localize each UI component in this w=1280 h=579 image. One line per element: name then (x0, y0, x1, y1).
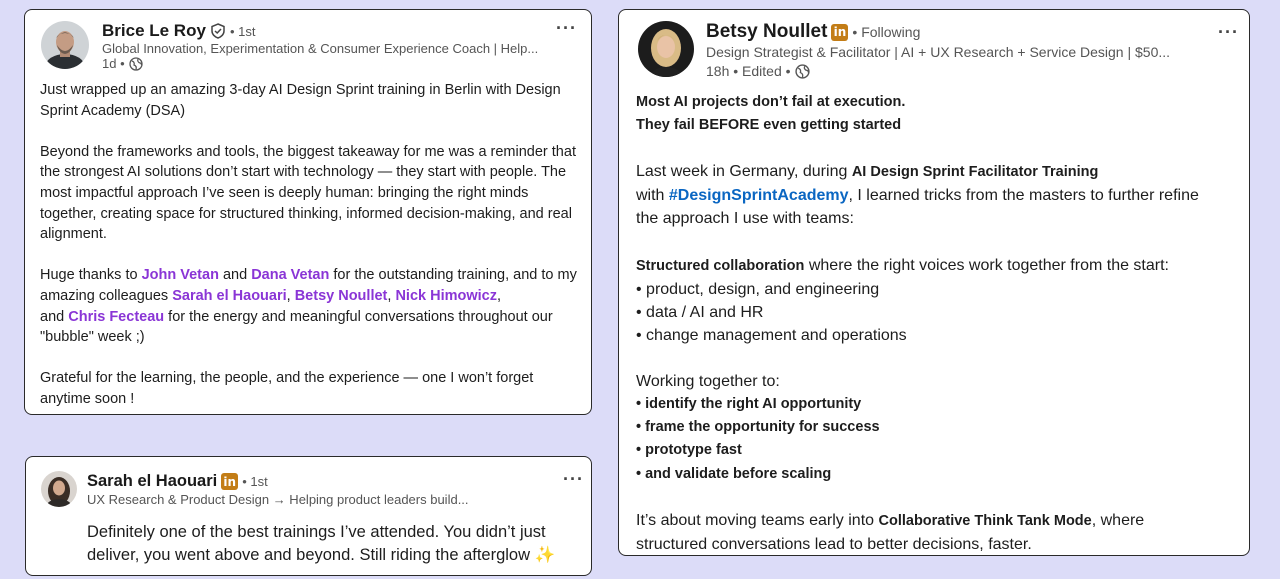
post-paragraph: Beyond the frameworks and tools, the big… (40, 143, 576, 243)
list-item: • prototype fast (636, 442, 742, 459)
post-paragraph: Huge thanks to John Vetan and Dana Vetan… (40, 267, 577, 346)
post-paragraph: Just wrapped up an amazing 3-day AI Desi… (40, 82, 561, 119)
more-options-button[interactable]: ··· (1218, 23, 1239, 41)
globe-icon (794, 63, 810, 79)
hashtag-design-sprint-academy[interactable]: #DesignSprintAcademy (669, 187, 849, 204)
author-name[interactable]: Betsy Noullet (706, 21, 827, 43)
list-item: • product, design, and engineering (636, 280, 880, 298)
linkedin-premium-icon: in (831, 23, 849, 41)
list-item: • and validate before scaling (636, 465, 832, 482)
post-line: They fail BEFORE even getting started (636, 117, 902, 134)
list-item: • identify the right AI opportunity (636, 396, 862, 413)
list-item: • data / AI and HR (636, 303, 764, 321)
connection-degree: • 1st (229, 23, 256, 39)
avatar-photo-betsy (638, 21, 694, 77)
post-line: Most AI projects don’t fail at execution… (636, 94, 906, 110)
post-body: Most AI projects don’t fail at execution… (636, 91, 1236, 556)
comment-text: Definitely one of the best trainings I’v… (87, 523, 556, 564)
author-headline: Design Strategist & Facilitator | AI + U… (706, 44, 1171, 60)
mention-john-vetan[interactable]: John Vetan (142, 267, 219, 283)
post-card-betsy: Betsy Noullet in • Following Design Stra… (618, 9, 1250, 556)
verified-shield-icon (210, 23, 226, 39)
connection-degree: • 1st (242, 474, 268, 489)
mention-sarah-el-haouari[interactable]: Sarah el Haouari (172, 288, 286, 304)
post-time: 1d • (102, 56, 125, 71)
post-paragraph: It’s about moving teams early into Colla… (636, 511, 1145, 553)
follow-status[interactable]: • Following (852, 24, 920, 40)
mention-nick-himowicz[interactable]: Nick Himowicz (395, 288, 497, 304)
author-headline: UX Research & Product Design → Helping p… (87, 492, 469, 507)
globe-icon (128, 56, 143, 71)
post-paragraph: Grateful for the learning, the people, a… (40, 370, 534, 407)
post-card-brice: Brice Le Roy • 1st Global Innovation, Ex… (24, 9, 592, 415)
avatar[interactable] (41, 471, 77, 507)
avatar-photo-brice (41, 21, 89, 69)
post-paragraph: Most AI projects don’t fail at execution… (636, 91, 1236, 137)
post-paragraph: Structured collaboration where the right… (636, 254, 1236, 347)
author-headline: Global Innovation, Experimentation & Con… (102, 41, 539, 56)
avatar[interactable] (638, 21, 694, 77)
linkedin-premium-icon: in (221, 473, 239, 490)
avatar-photo-sarah (41, 471, 77, 507)
list-item: • frame the opportunity for success (636, 419, 880, 436)
more-options-button[interactable]: ··· (563, 470, 584, 488)
author-name[interactable]: Brice Le Roy (102, 21, 206, 41)
avatar[interactable] (41, 21, 89, 69)
mention-betsy-noullet[interactable]: Betsy Noullet (295, 288, 388, 304)
list-item: • change management and operations (636, 326, 907, 344)
mention-chris-fecteau[interactable]: Chris Fecteau (68, 309, 164, 325)
post-paragraph: Last week in Germany, during AI Design S… (636, 163, 1199, 228)
more-options-button[interactable]: ··· (556, 19, 577, 37)
mention-dana-vetan[interactable]: Dana Vetan (251, 267, 329, 283)
post-time: 18h • Edited • (706, 63, 791, 79)
post-paragraph: Working together to: • identify the righ… (636, 370, 1236, 485)
post-body: Just wrapped up an amazing 3-day AI Desi… (40, 80, 580, 430)
comment-card-sarah: Sarah el Haouari in • 1st UX Research & … (25, 456, 592, 576)
author-name[interactable]: Sarah el Haouari (87, 472, 217, 491)
sparkle-icon: ✨ (534, 546, 556, 564)
